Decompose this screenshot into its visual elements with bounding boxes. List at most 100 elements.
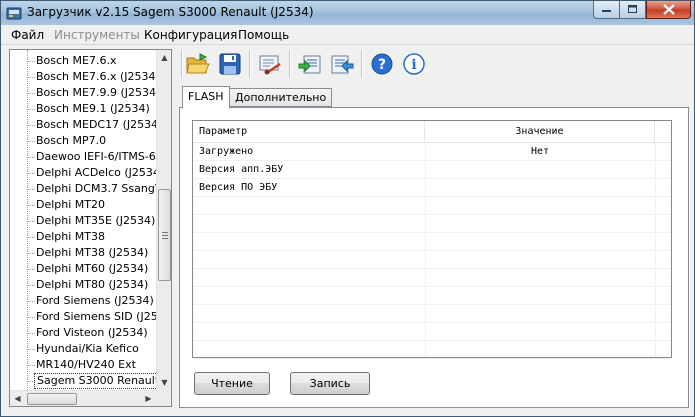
table-row[interactable] bbox=[193, 197, 671, 215]
title-bar[interactable]: Загрузчик v2.15 Sagem S3000 Renault (J25… bbox=[1, 1, 694, 25]
tree-item-label: Bosch ME7.9.9 (J2534) bbox=[36, 86, 156, 99]
read-button[interactable]: Чтение bbox=[194, 372, 270, 395]
column-header-parameter[interactable]: Параметр bbox=[193, 121, 425, 143]
open-button[interactable] bbox=[185, 51, 211, 77]
tree-item[interactable]: Delphi MT38 (J2534) bbox=[10, 245, 156, 261]
table-row[interactable] bbox=[193, 233, 671, 251]
tree-item-label: Delphi MT35E (J2534) bbox=[36, 214, 156, 227]
download-to-ecu-icon bbox=[298, 55, 321, 74]
table-row[interactable] bbox=[193, 305, 671, 323]
menu-file[interactable]: Файл bbox=[11, 28, 44, 42]
column-divider bbox=[655, 143, 656, 357]
tree-vertical-scrollbar[interactable]: ▲ ▼ bbox=[156, 50, 171, 390]
info-icon: i bbox=[403, 53, 425, 75]
tree-horizontal-scrollbar[interactable]: ◀ ▶ bbox=[10, 390, 156, 406]
table-row[interactable]: Версия ПО ЭБУ bbox=[193, 179, 671, 197]
app-icon bbox=[6, 7, 22, 20]
tree-item[interactable]: Ford Siemens (J2534) bbox=[10, 293, 156, 309]
table-row[interactable] bbox=[193, 269, 671, 287]
tree-item-label: Delphi MT20 bbox=[36, 198, 106, 211]
tree-item[interactable]: Bosch ME7.6.x bbox=[10, 53, 156, 69]
tree-item[interactable]: Daewoo IEFI-6/ITMS-6F bbox=[10, 149, 156, 165]
tree-item[interactable]: Ford Siemens SID (J2534 bbox=[10, 309, 156, 325]
column-header-value[interactable]: Значение bbox=[425, 121, 655, 143]
tree-item-label: Delphi DCM3.7 SsangYo bbox=[36, 182, 156, 195]
tree-item-label: Bosch MEDC17 (J2534) bbox=[36, 118, 156, 131]
menu-tools[interactable]: Инструменты bbox=[54, 28, 140, 42]
write-ecu-button[interactable] bbox=[297, 51, 323, 77]
menu-bar: Файл Инструменты Конфигурация Помощь bbox=[1, 25, 694, 45]
menu-configuration[interactable]: Конфигурация bbox=[144, 28, 237, 42]
table-row[interactable]: Загружено Нет bbox=[193, 143, 671, 161]
config-button[interactable] bbox=[257, 51, 283, 77]
tree-item[interactable]: Delphi MT38 bbox=[10, 229, 156, 245]
read-ecu-button[interactable] bbox=[329, 51, 355, 77]
scroll-down-icon[interactable]: ▼ bbox=[157, 375, 172, 390]
tree-item[interactable]: MR140/HV240 Ext bbox=[10, 357, 156, 373]
column-divider bbox=[425, 143, 426, 357]
svg-text:?: ? bbox=[378, 57, 386, 73]
tree-item[interactable]: Bosch ME9.1 (J2534) bbox=[10, 101, 156, 117]
tree-item-label: Bosch ME7.6.x bbox=[36, 54, 117, 67]
table-row[interactable]: Версия апп.ЭБУ bbox=[193, 161, 671, 179]
help-button[interactable]: ? bbox=[369, 51, 395, 77]
tree-item[interactable]: Sagem S3000 Renault (J2 bbox=[10, 373, 156, 389]
scroll-right-icon[interactable]: ▶ bbox=[141, 391, 156, 406]
tree-item[interactable]: Bosch ME7.9.9 (J2534) bbox=[10, 85, 156, 101]
tree-item-label: Ford Visteon (J2534) bbox=[36, 326, 148, 339]
toolbar: ? i bbox=[179, 47, 619, 81]
tree-item-label: Ford Siemens SID (J2534 bbox=[36, 310, 156, 323]
tree-item-label: Delphi MT60 (J2534) bbox=[36, 262, 149, 275]
tree-horizontal-scroll-thumb[interactable] bbox=[27, 393, 77, 405]
save-button[interactable] bbox=[217, 51, 243, 77]
ecu-tree[interactable]: Bosch ME7.6.x Bosch ME7.6.x (J2534) Bosch … bbox=[9, 49, 172, 407]
table-row[interactable] bbox=[193, 287, 671, 305]
tree-item[interactable]: Bosch ME7.6.x (J2534) bbox=[10, 69, 156, 85]
cell-parameter: Версия апп.ЭБУ bbox=[199, 164, 284, 175]
tab-flash[interactable]: FLASH bbox=[182, 86, 230, 109]
maximize-button[interactable] bbox=[620, 1, 646, 19]
tree-item[interactable]: Bosch MEDC17 (J2534) bbox=[10, 117, 156, 133]
table-row[interactable] bbox=[193, 251, 671, 269]
tree-vertical-scroll-thumb[interactable] bbox=[158, 189, 171, 281]
tree-item-label: Delphi MT38 (J2534) bbox=[36, 246, 149, 259]
table-row[interactable] bbox=[193, 215, 671, 233]
upload-from-ecu-icon bbox=[331, 55, 354, 74]
tree-item[interactable]: Bosch MP7.0 bbox=[10, 133, 156, 149]
write-button[interactable]: Запись bbox=[290, 372, 370, 395]
parameters-list[interactable]: Параметр Значение Загружено Нет Версия апп… bbox=[192, 120, 672, 359]
save-icon bbox=[219, 53, 241, 75]
tree-item-label: Delphi MT80 (J2534) bbox=[36, 278, 149, 291]
close-button[interactable] bbox=[646, 1, 691, 19]
scroll-corner bbox=[156, 390, 171, 406]
scroll-up-icon[interactable]: ▲ bbox=[157, 50, 172, 65]
list-header: Параметр Значение bbox=[193, 121, 671, 143]
tree-item-label: Sagem S3000 Renault (J2 bbox=[34, 373, 156, 389]
settings-checklist-icon bbox=[259, 55, 281, 75]
tree-item-label: Daewoo IEFI-6/ITMS-6F bbox=[36, 150, 156, 163]
help-icon: ? bbox=[371, 53, 393, 75]
tree-item[interactable]: Ford Visteon (J2534) bbox=[10, 325, 156, 341]
tree-item[interactable]: Delphi MT35E (J2534) bbox=[10, 213, 156, 229]
cell-parameter: Версия ПО ЭБУ bbox=[199, 182, 278, 193]
scroll-left-icon[interactable]: ◀ bbox=[10, 391, 25, 406]
minimize-button[interactable] bbox=[593, 1, 620, 19]
table-row[interactable] bbox=[193, 341, 671, 359]
tree-item-label: Delphi MT38 bbox=[36, 230, 106, 243]
tree-item[interactable]: Hyundai/Kia Kefico bbox=[10, 341, 156, 357]
tab-additional[interactable]: Дополнительно bbox=[229, 88, 333, 107]
minimize-icon bbox=[601, 9, 611, 12]
tree-item[interactable]: Delphi MT20 bbox=[10, 197, 156, 213]
tree-item[interactable]: Delphi DCM3.7 SsangYo bbox=[10, 181, 156, 197]
tree-item[interactable]: Delphi ACDelco (J2534) bbox=[10, 165, 156, 181]
main-window: Загрузчик v2.15 Sagem S3000 Renault (J25… bbox=[0, 0, 695, 417]
cell-value bbox=[425, 161, 655, 179]
svg-text:i: i bbox=[411, 57, 416, 73]
table-row[interactable] bbox=[193, 323, 671, 341]
info-button[interactable]: i bbox=[401, 51, 427, 77]
tree-item[interactable]: Delphi MT80 (J2534) bbox=[10, 277, 156, 293]
ecu-tree-list: Bosch ME7.6.x Bosch ME7.6.x (J2534) Bosch … bbox=[10, 50, 156, 390]
tree-item[interactable]: Delphi MT60 (J2534) bbox=[10, 261, 156, 277]
open-folder-icon bbox=[186, 53, 210, 74]
menu-help[interactable]: Помощь bbox=[238, 28, 289, 42]
